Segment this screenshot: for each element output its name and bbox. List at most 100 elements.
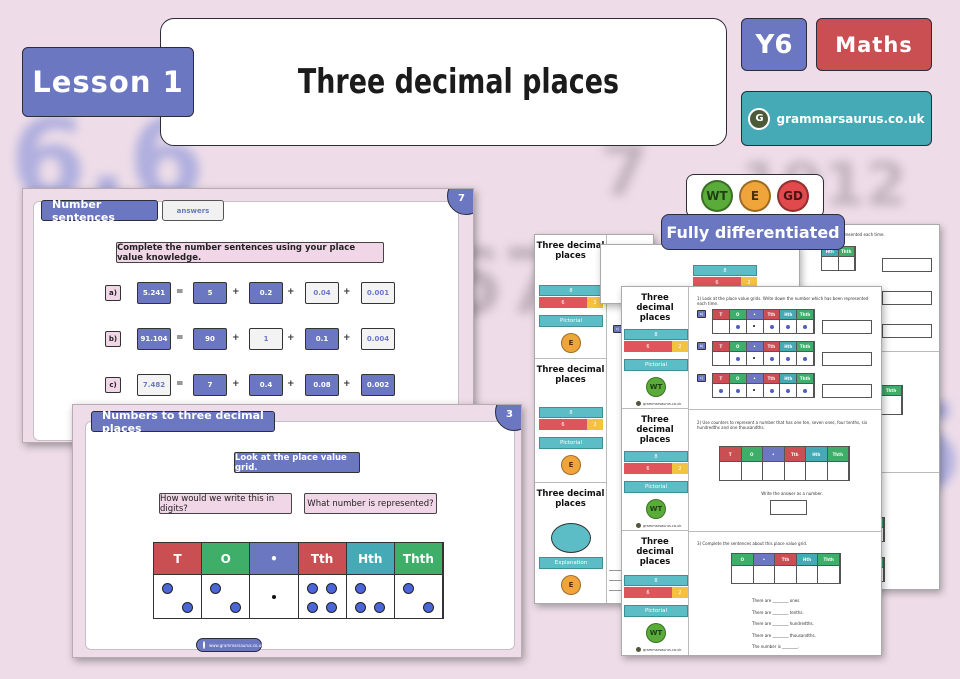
equation-row: a) 5.241 = 5 +0.2 +0.04 +0.001 (23, 282, 473, 304)
card-title: Three decimal places (536, 489, 605, 509)
pictorial-tag: Pictorial (624, 481, 688, 493)
ws-brand: grammarsaurus.co.uk (636, 401, 681, 406)
grid-cell (775, 565, 797, 583)
instruction-box: Complete the number sentences using your… (116, 242, 384, 263)
slide-place-value: 3 Numbers to three decimal places Look a… (72, 404, 522, 658)
sub-label: a) (697, 310, 706, 318)
grid-cell (780, 319, 798, 333)
grid-header: Thth (881, 386, 902, 395)
lesson-title-box: Three decimal places (160, 18, 727, 146)
value-box: 91.104 (137, 328, 171, 350)
grid-cell (753, 565, 776, 583)
plus-sign: + (343, 379, 351, 389)
counter (306, 583, 318, 594)
grid-header: Thth (818, 554, 840, 565)
lesson-title: Three decimal places (297, 62, 620, 102)
equals-sign: = (176, 287, 184, 297)
grid-header: Hth (780, 374, 798, 383)
slide-title: Numbers to three decimal places (91, 409, 275, 435)
instruction-box: Look at the place value grid. (234, 452, 360, 473)
footer-brand-pill[interactable]: www.grammarsaurus.co.uk (196, 638, 264, 652)
grid-cell (763, 351, 781, 365)
grid-cell[interactable] (741, 461, 763, 480)
level-e-badge: E (561, 333, 581, 353)
card-title: Three decimal places (536, 241, 605, 261)
sentence-line: There are ________ hundredths. (752, 621, 814, 626)
answer-box[interactable]: 7.482 (137, 374, 171, 396)
grid-header: T (713, 342, 730, 351)
grid-cell (818, 565, 840, 583)
grid-cell (797, 383, 814, 397)
answer-box[interactable] (822, 320, 872, 334)
grammarsaurus-logo-icon: G (748, 107, 771, 130)
counter (373, 602, 385, 613)
grid-header: Tth (763, 374, 781, 383)
grid-cell[interactable] (827, 461, 849, 480)
brand-badge[interactable]: G grammarsaurus.co.uk (741, 91, 932, 146)
grid-header: • (746, 310, 764, 319)
answer-box[interactable] (882, 324, 932, 338)
card-title: Three decimal places (636, 537, 674, 567)
sentence-line: There are ________ thousandths. (752, 632, 816, 638)
sentence-line: There are ________ ones. (752, 598, 801, 603)
level-e-badge: E (561, 575, 581, 595)
answer-box[interactable]: 0.04 (305, 282, 339, 304)
answer-box[interactable]: 0.004 (361, 328, 395, 350)
pictorial-tag: Pictorial (624, 605, 688, 617)
bar-model: 8 62 (539, 407, 603, 435)
card-title: Three decimal places (536, 365, 605, 385)
grid-header: Tth (763, 342, 781, 351)
answer-box[interactable]: 1 (249, 328, 283, 350)
year-badge: Y6 (741, 18, 807, 71)
equals-sign: = (176, 379, 184, 389)
worksheet-front: Three decimal places 8 62 Pictorial WT g… (621, 286, 882, 656)
place-value-grid: T O • Tth Hth Thth (712, 373, 815, 398)
grid-cell (202, 574, 251, 618)
grid-cell (763, 383, 781, 397)
grid-header: Thth (797, 310, 814, 319)
answers-button[interactable]: answers (162, 200, 224, 221)
value-box: 5.241 (137, 282, 171, 304)
counter (210, 583, 222, 594)
grid-cell (746, 351, 764, 365)
grid-header: Hth (780, 310, 798, 319)
grid-cell[interactable] (763, 461, 785, 480)
grid-cell[interactable] (784, 461, 806, 480)
value-box: 0.1 (305, 328, 339, 350)
counter (354, 602, 366, 613)
lesson-badge: Lesson 1 (22, 47, 194, 117)
plus-sign: + (232, 333, 240, 343)
grid-cell[interactable] (720, 461, 742, 480)
grid-cell[interactable] (806, 461, 828, 480)
grid-header: Thth (394, 543, 443, 574)
question-box: What number is represented? (304, 493, 437, 514)
answer-box[interactable]: 0.001 (361, 282, 395, 304)
brand-url: grammarsaurus.co.uk (776, 111, 925, 126)
answer-box[interactable] (822, 384, 872, 398)
grid-cell (763, 319, 781, 333)
place-value-grid: T O • Tth Hth Thth (712, 341, 815, 366)
grid-cell (746, 383, 764, 397)
fully-differentiated-label: Fully differentiated (661, 214, 845, 250)
grid-cell (154, 574, 203, 618)
grid-header: T (713, 374, 730, 383)
answer-box[interactable] (882, 258, 932, 272)
answer-box[interactable] (822, 352, 872, 366)
grid-header: Tth (298, 543, 347, 574)
grid-header: Tth (775, 554, 797, 565)
pictorial-tag: Pictorial (539, 315, 603, 327)
grid-header: O (741, 447, 763, 461)
grid-cell (796, 565, 819, 583)
value-box: 5 (193, 282, 227, 304)
grid-header: • (746, 342, 764, 351)
pictorial-tag: Pictorial (539, 437, 603, 449)
place-value-grid: T O • Tth Hth Thth (719, 446, 850, 481)
grid-header: Thth (797, 342, 814, 351)
grid-header: T (720, 447, 742, 461)
grid-header: Thth (797, 374, 814, 383)
answer-box[interactable] (882, 291, 932, 305)
grid-cell (346, 574, 395, 618)
equals-sign: = (176, 333, 184, 343)
grid-header: Hth (780, 342, 798, 351)
answer-box[interactable] (770, 500, 807, 515)
